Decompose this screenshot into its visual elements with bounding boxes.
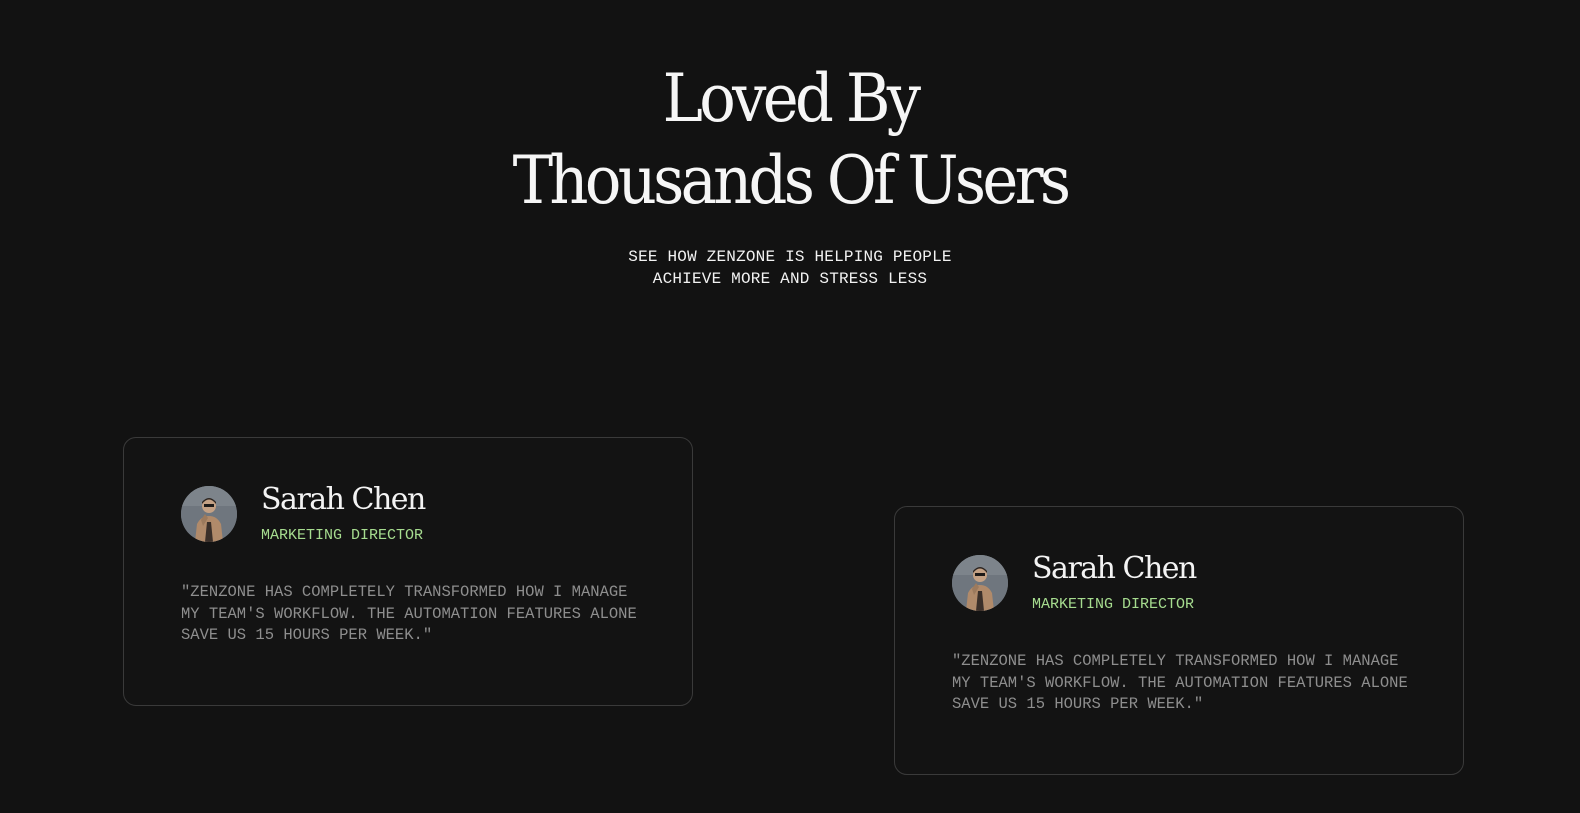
quote-line: SAVE US 15 HOURS PER WEEK." <box>181 626 433 645</box>
reviewer-name: Sarah Chen <box>261 482 426 517</box>
section-title: Loved By Thousands Of Users <box>63 58 1517 222</box>
section-title-line-1: Loved By <box>662 60 921 137</box>
quote-line: "ZENZONE HAS COMPLETELY TRANSFORMED HOW … <box>181 583 628 601</box>
avatar <box>952 555 1008 611</box>
section-subtitle-line-2: ACHIEVE MORE AND STRESS LESS <box>652 270 928 288</box>
testimonial-quote: "ZENZONE HAS COMPLETELY TRANSFORMED HOW … <box>181 582 651 647</box>
section-subtitle-line-1: SEE HOW ZENZONE IS HELPING PEOPLE <box>628 248 952 266</box>
reviewer-role: MARKETING DIRECTOR <box>1032 596 1195 613</box>
testimonial-card: Sarah Chen MARKETING DIRECTOR "ZENZONE H… <box>894 506 1464 775</box>
reviewer-name: Sarah Chen <box>1032 551 1197 586</box>
quote-line: MY TEAM'S WORKFLOW. THE AUTOMATION FEATU… <box>181 604 637 623</box>
person-avatar-icon <box>181 486 237 542</box>
reviewer-role: MARKETING DIRECTOR <box>261 527 424 544</box>
testimonial-quote: "ZENZONE HAS COMPLETELY TRANSFORMED HOW … <box>952 651 1422 716</box>
avatar <box>181 486 237 542</box>
quote-line: SAVE US 15 HOURS PER WEEK." <box>952 695 1204 714</box>
quote-line: MY TEAM'S WORKFLOW. THE AUTOMATION FEATU… <box>952 673 1408 692</box>
person-avatar-icon <box>952 555 1008 611</box>
testimonial-card: Sarah Chen MARKETING DIRECTOR "ZENZONE H… <box>123 437 693 706</box>
section-title-line-2: Thousands Of Users <box>512 142 1072 219</box>
quote-line: "ZENZONE HAS COMPLETELY TRANSFORMED HOW … <box>952 652 1399 670</box>
section-subtitle: SEE HOW ZENZONE IS HELPING PEOPLE ACHIEV… <box>0 246 1580 290</box>
